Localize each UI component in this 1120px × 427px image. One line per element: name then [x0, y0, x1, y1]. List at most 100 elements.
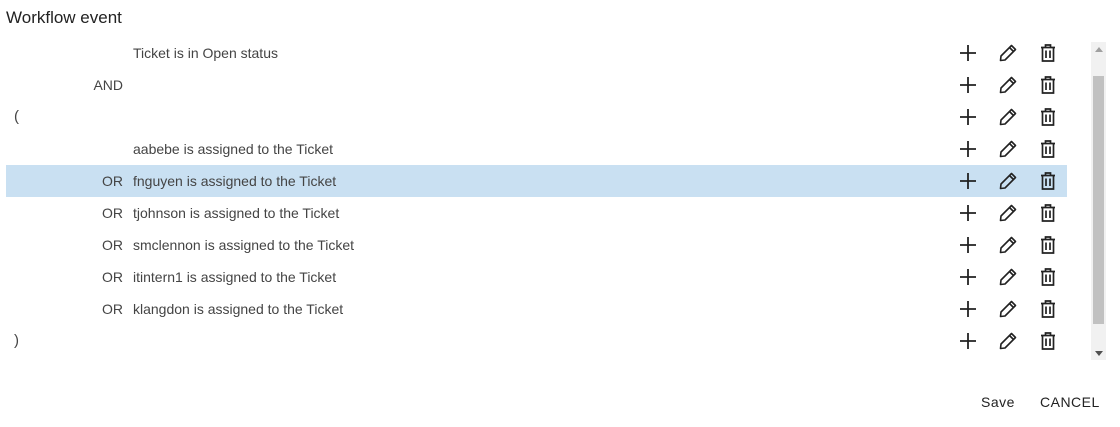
row-actions — [956, 105, 1066, 129]
scrollbar[interactable] — [1091, 42, 1106, 360]
plus-icon — [958, 267, 978, 287]
paren-symbol: ( — [14, 108, 19, 125]
delete-condition-button[interactable] — [1036, 105, 1060, 129]
pencil-icon — [998, 107, 1018, 127]
scroll-up-arrow-icon[interactable] — [1091, 42, 1106, 56]
trash-icon — [1038, 171, 1058, 191]
row-actions — [956, 169, 1066, 193]
save-button[interactable]: Save — [981, 392, 1015, 412]
pencil-icon — [998, 235, 1018, 255]
condition-row[interactable]: OR smclennon is assigned to the Ticket — [6, 229, 1067, 261]
add-condition-button[interactable] — [956, 265, 980, 289]
edit-condition-button[interactable] — [996, 233, 1020, 257]
delete-condition-button[interactable] — [1036, 41, 1060, 65]
paren-symbol: ) — [14, 332, 19, 349]
delete-condition-button[interactable] — [1036, 201, 1060, 225]
pencil-icon — [998, 139, 1018, 159]
row-actions — [956, 201, 1066, 225]
condition-text: klangdon is assigned to the Ticket — [133, 301, 344, 317]
logical-operator: OR — [102, 301, 123, 317]
pencil-icon — [998, 331, 1018, 351]
condition-text: smclennon is assigned to the Ticket — [133, 237, 355, 253]
trash-icon — [1038, 75, 1058, 95]
dialog-title: Workflow event — [6, 8, 122, 27]
condition-row[interactable]: aabebe is assigned to the Ticket — [6, 133, 1067, 165]
scrollbar-thumb[interactable] — [1093, 76, 1104, 324]
edit-condition-button[interactable] — [996, 169, 1020, 193]
condition-row[interactable]: ) — [6, 325, 1067, 357]
plus-icon — [958, 75, 978, 95]
edit-condition-button[interactable] — [996, 265, 1020, 289]
trash-icon — [1038, 267, 1058, 287]
delete-condition-button[interactable] — [1036, 137, 1060, 161]
pencil-icon — [998, 43, 1018, 63]
plus-icon — [958, 203, 978, 223]
row-actions — [956, 233, 1066, 257]
pencil-icon — [998, 299, 1018, 319]
plus-icon — [958, 139, 978, 159]
add-condition-button[interactable] — [956, 41, 980, 65]
plus-icon — [958, 107, 978, 127]
edit-condition-button[interactable] — [996, 73, 1020, 97]
plus-icon — [958, 331, 978, 351]
cancel-button[interactable]: CANCEL — [1040, 392, 1100, 412]
condition-text: tjohnson is assigned to the Ticket — [133, 205, 340, 221]
trash-icon — [1038, 299, 1058, 319]
edit-condition-button[interactable] — [996, 297, 1020, 321]
add-condition-button[interactable] — [956, 105, 980, 129]
condition-text: aabebe is assigned to the Ticket — [133, 141, 334, 157]
condition-row[interactable]: OR itintern1 is assigned to the Ticket — [6, 261, 1067, 293]
add-condition-button[interactable] — [956, 73, 980, 97]
trash-icon — [1038, 43, 1058, 63]
plus-icon — [958, 43, 978, 63]
trash-icon — [1038, 107, 1058, 127]
delete-condition-button[interactable] — [1036, 169, 1060, 193]
trash-icon — [1038, 203, 1058, 223]
plus-icon — [958, 235, 978, 255]
row-actions — [956, 41, 1066, 65]
delete-condition-button[interactable] — [1036, 297, 1060, 321]
delete-condition-button[interactable] — [1036, 233, 1060, 257]
condition-row[interactable]: Ticket is in Open status — [6, 37, 1067, 69]
condition-row[interactable]: OR fnguyen is assigned to the Ticket — [6, 165, 1067, 197]
pencil-icon — [998, 203, 1018, 223]
add-condition-button[interactable] — [956, 137, 980, 161]
condition-list: Ticket is in Open status AND ( aabebe is as… — [6, 37, 1067, 357]
edit-condition-button[interactable] — [996, 201, 1020, 225]
delete-condition-button[interactable] — [1036, 265, 1060, 289]
pencil-icon — [998, 75, 1018, 95]
add-condition-button[interactable] — [956, 201, 980, 225]
condition-row[interactable]: OR klangdon is assigned to the Ticket — [6, 293, 1067, 325]
logical-operator: AND — [93, 77, 123, 93]
row-actions — [956, 265, 1066, 289]
row-actions — [956, 329, 1066, 353]
trash-icon — [1038, 139, 1058, 159]
logical-operator: OR — [102, 173, 123, 189]
add-condition-button[interactable] — [956, 329, 980, 353]
row-actions — [956, 73, 1066, 97]
delete-condition-button[interactable] — [1036, 329, 1060, 353]
condition-text: itintern1 is assigned to the Ticket — [133, 269, 337, 285]
condition-row[interactable]: OR tjohnson is assigned to the Ticket — [6, 197, 1067, 229]
scroll-down-arrow-icon[interactable] — [1091, 346, 1106, 360]
row-actions — [956, 297, 1066, 321]
logical-operator: OR — [102, 269, 123, 285]
logical-operator: OR — [102, 205, 123, 221]
add-condition-button[interactable] — [956, 233, 980, 257]
trash-icon — [1038, 235, 1058, 255]
edit-condition-button[interactable] — [996, 105, 1020, 129]
condition-row[interactable]: AND — [6, 69, 1067, 101]
trash-icon — [1038, 331, 1058, 351]
plus-icon — [958, 299, 978, 319]
add-condition-button[interactable] — [956, 169, 980, 193]
edit-condition-button[interactable] — [996, 41, 1020, 65]
add-condition-button[interactable] — [956, 297, 980, 321]
logical-operator: OR — [102, 237, 123, 253]
row-actions — [956, 137, 1066, 161]
edit-condition-button[interactable] — [996, 137, 1020, 161]
condition-text: fnguyen is assigned to the Ticket — [133, 173, 337, 189]
edit-condition-button[interactable] — [996, 329, 1020, 353]
delete-condition-button[interactable] — [1036, 73, 1060, 97]
pencil-icon — [998, 267, 1018, 287]
condition-row[interactable]: ( — [6, 101, 1067, 133]
